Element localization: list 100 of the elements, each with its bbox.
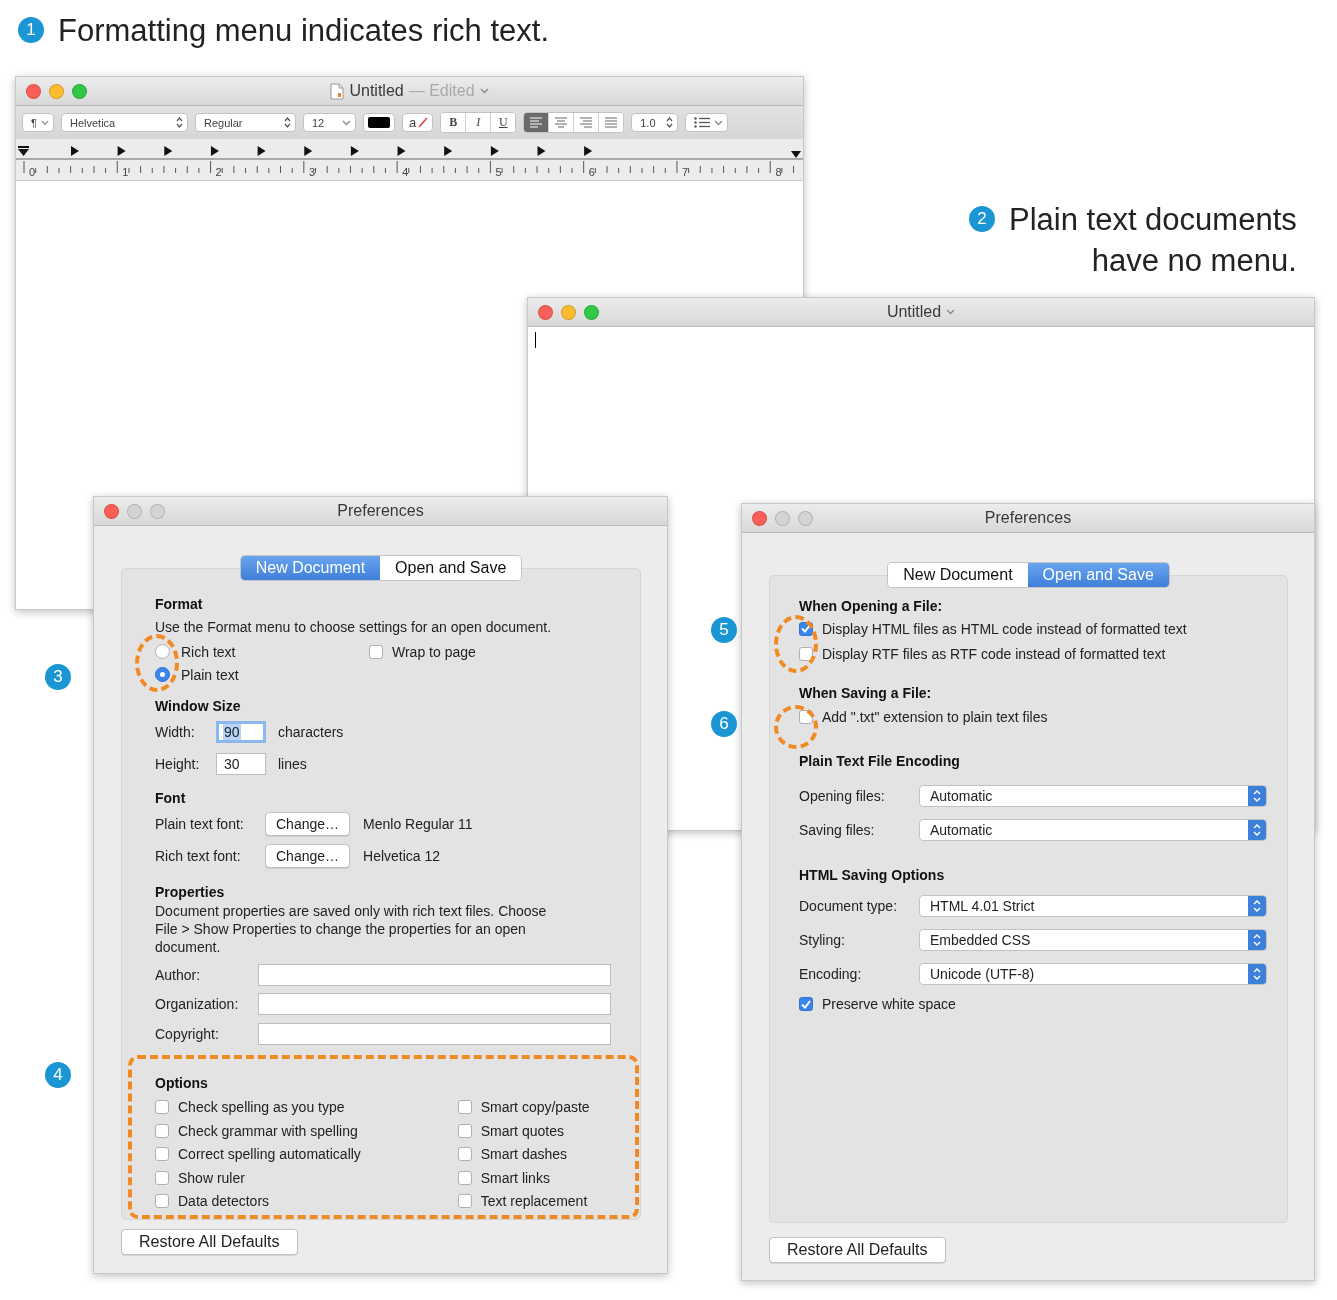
- field-label: Document type:: [799, 898, 899, 914]
- close-button[interactable]: [26, 84, 41, 99]
- step-number: 4: [45, 1062, 71, 1088]
- paragraph-style-button[interactable]: ¶: [22, 113, 54, 132]
- text-cursor: [535, 332, 536, 348]
- close-button[interactable]: [538, 305, 553, 320]
- zoom-button[interactable]: [72, 84, 87, 99]
- restore-defaults-button[interactable]: Restore All Defaults: [121, 1229, 298, 1255]
- radio-button[interactable]: [155, 644, 170, 659]
- section-heading: HTML Saving Options: [799, 866, 946, 885]
- section-heading: Format: [155, 595, 204, 614]
- ruler-number: 5: [495, 166, 502, 178]
- popup-menu[interactable]: Automatic: [919, 785, 1267, 807]
- stepper-icon: [1248, 786, 1266, 806]
- checkbox[interactable]: [369, 644, 383, 659]
- font-size-combo[interactable]: 12: [303, 113, 356, 132]
- chevron-icon: [714, 119, 724, 126]
- checkbox[interactable]: [799, 710, 813, 724]
- checkbox[interactable]: [457, 1194, 472, 1209]
- checkbox[interactable]: [155, 1147, 169, 1162]
- checkbox[interactable]: [799, 646, 813, 661]
- field-label: Opening files:: [799, 788, 886, 804]
- checkmark-icon: [801, 999, 811, 1009]
- checkbox-label: Wrap to page: [392, 643, 476, 660]
- tab[interactable]: New Document: [888, 563, 1028, 587]
- checkbox-label: Text replacement: [480, 1193, 588, 1210]
- tab-stop-icon[interactable]: [397, 146, 406, 156]
- tab-stop-icon[interactable]: [71, 146, 79, 156]
- alignment-button[interactable]: [524, 113, 550, 132]
- tab-stop-icon[interactable]: [164, 146, 173, 156]
- tab-stop-icon[interactable]: [304, 146, 313, 156]
- checkbox[interactable]: [155, 1170, 169, 1185]
- text-field[interactable]: [258, 1022, 611, 1045]
- bold-button[interactable]: B: [441, 113, 467, 132]
- popup-menu[interactable]: Unicode (UTF-8): [919, 963, 1267, 985]
- radio-button[interactable]: [155, 667, 170, 682]
- section-heading: Plain Text File Encoding: [799, 752, 961, 771]
- number-field[interactable]: 30: [216, 753, 266, 775]
- tab-stop-icon[interactable]: [444, 146, 453, 156]
- font-style-popup[interactable]: Regular: [195, 113, 296, 132]
- checkbox[interactable]: [155, 1100, 169, 1115]
- popup-menu[interactable]: HTML 4.01 Strict: [919, 895, 1267, 917]
- tab-stop-icon[interactable]: [210, 146, 219, 156]
- checkbox[interactable]: [799, 621, 813, 636]
- document-icon: [330, 82, 345, 100]
- popup-menu[interactable]: Automatic: [919, 819, 1267, 841]
- change-button[interactable]: Change…: [265, 844, 351, 868]
- checkbox[interactable]: [155, 1123, 169, 1138]
- zoom-button[interactable]: [584, 305, 599, 320]
- minimize-button[interactable]: [775, 511, 790, 526]
- line-spacing-popup[interactable]: 1.0: [631, 113, 679, 132]
- checkbox[interactable]: [457, 1100, 472, 1115]
- checkbox-label: Preserve white space: [822, 996, 956, 1012]
- tab-stop-icon[interactable]: [584, 146, 593, 156]
- ruler-number: 4: [402, 166, 409, 178]
- minimize-button[interactable]: [127, 504, 142, 519]
- stepper-icon: [176, 117, 183, 128]
- zoom-button[interactable]: [798, 511, 813, 526]
- tab-stop-icon[interactable]: [257, 146, 266, 156]
- checkbox-label: Display RTF files as RTF code instead of formatted text: [822, 645, 1166, 662]
- restore-defaults-button[interactable]: Restore All Defaults: [769, 1237, 946, 1263]
- text-field[interactable]: [258, 963, 611, 986]
- checkbox[interactable]: [457, 1170, 472, 1185]
- tab[interactable]: Open and Save: [380, 556, 522, 580]
- callout-text: Plain text documents have no menu.: [1009, 201, 1297, 280]
- minimize-button[interactable]: [49, 84, 64, 99]
- indent-marker-icon[interactable]: [18, 146, 29, 156]
- font-family-popup[interactable]: Helvetica: [61, 113, 188, 132]
- tab-stop-icon[interactable]: [537, 146, 546, 156]
- text-align-icon: [555, 116, 568, 129]
- no-color-slash-icon: [418, 117, 429, 128]
- zoom-button[interactable]: [150, 504, 165, 519]
- popup-menu[interactable]: Embedded CSS: [919, 929, 1267, 951]
- minimize-button[interactable]: [561, 305, 576, 320]
- list-style-button[interactable]: [685, 113, 729, 132]
- checkbox[interactable]: [799, 997, 813, 1011]
- chevron-icon: [479, 88, 489, 94]
- checkbox[interactable]: [457, 1123, 472, 1138]
- checkbox[interactable]: [457, 1147, 472, 1162]
- right-margin-icon[interactable]: [791, 151, 801, 158]
- change-button[interactable]: Change…: [265, 812, 351, 836]
- text-field[interactable]: [258, 993, 611, 1016]
- chevron-icon: [40, 119, 49, 126]
- checkbox-label: Smart copy/paste: [480, 1099, 590, 1116]
- text-color-well[interactable]: [363, 113, 395, 132]
- ruler-number: 0: [29, 166, 36, 178]
- checkbox-label: Add ".txt" extension to plain text files: [822, 709, 1048, 725]
- checkbox-label: Smart quotes: [480, 1122, 564, 1139]
- text-align-icon: [530, 116, 543, 129]
- checkbox[interactable]: [155, 1194, 169, 1209]
- field-label: Encoding:: [799, 966, 863, 982]
- tab-stop-icon[interactable]: [117, 146, 126, 156]
- close-button[interactable]: [104, 504, 119, 519]
- font-name: Helvetica 12: [363, 848, 441, 864]
- tab-stop-icon[interactable]: [350, 146, 359, 156]
- highlight-color-well[interactable]: a: [402, 113, 434, 132]
- window-title: Untitled: [886, 303, 942, 321]
- tab-stop-icon[interactable]: [490, 146, 499, 156]
- close-button[interactable]: [752, 511, 767, 526]
- number-field[interactable]: 90: [216, 721, 266, 743]
